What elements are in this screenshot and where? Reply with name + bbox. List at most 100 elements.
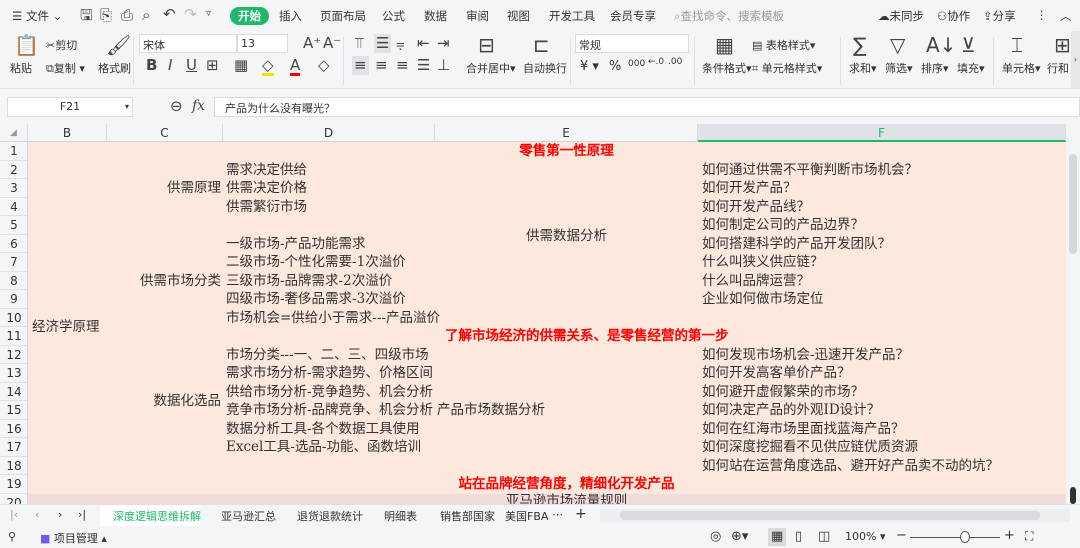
first-sheet-icon[interactable]: |‹ xyxy=(10,508,18,521)
column-header-d[interactable]: D xyxy=(223,124,435,142)
save-icon[interactable]: 🖫 xyxy=(80,8,93,23)
cell-f[interactable]: 如何制定公司的产品边界？ xyxy=(702,216,864,235)
sheet-tab[interactable]: 亚马逊汇总 xyxy=(221,508,276,524)
zoom-out-icon[interactable]: − xyxy=(896,528,907,543)
cell-row11-note[interactable]: 了解市场经济的供需关系、是零售经营的第一步 xyxy=(435,327,835,346)
table-style-button[interactable]: ▤ 表格样式▾ xyxy=(752,37,815,53)
column-header-f[interactable]: F xyxy=(698,124,1066,142)
zoom-in-icon[interactable]: + xyxy=(1004,528,1015,543)
export-icon[interactable]: ⎘ xyxy=(100,8,112,23)
sum-icon[interactable]: ∑ xyxy=(853,35,866,55)
number-format-select[interactable]: 常规 xyxy=(575,34,689,53)
undo-icon[interactable]: ↶ xyxy=(163,7,176,22)
name-box[interactable]: F21 ▾ xyxy=(7,97,133,117)
cell-button[interactable]: 单元格▾ xyxy=(1002,60,1041,76)
row-header[interactable]: 19 xyxy=(0,475,27,494)
redo-icon[interactable]: ↷ xyxy=(184,7,197,22)
row-header[interactable]: 12 xyxy=(0,346,27,364)
cell-f[interactable]: 如何搭建科学的产品开发团队？ xyxy=(702,235,891,254)
crosshair-icon[interactable]: ⊕▾ xyxy=(731,529,748,544)
row-header[interactable]: 3 xyxy=(0,179,27,198)
tab-member[interactable]: 会员专享 xyxy=(610,8,656,24)
font-size-select[interactable]: 13 xyxy=(237,34,288,53)
paste-icon[interactable]: 📋 xyxy=(14,35,39,55)
column-header-e[interactable]: E xyxy=(435,124,698,142)
format-painter-button[interactable]: 格式刷 xyxy=(98,60,131,76)
cell-title[interactable]: 零售第一性原理 xyxy=(435,142,698,161)
fill-button[interactable]: 填充▾ xyxy=(957,60,985,76)
zoom-slider-handle[interactable] xyxy=(960,531,970,543)
decrease-font-icon[interactable]: A⁻ xyxy=(323,36,341,51)
indent-decrease-icon[interactable]: ⇤ xyxy=(417,36,430,51)
cell-f[interactable]: 如何深度挖掘看不见供应链优质资源 xyxy=(702,438,918,457)
row-header[interactable]: 2 xyxy=(0,161,27,179)
cell-fill-style-icon[interactable]: ▦ xyxy=(234,58,248,73)
eye-protection-icon[interactable]: ◎ xyxy=(710,529,721,544)
cell-f[interactable]: 如何开发产品？ xyxy=(702,179,797,198)
cell-f[interactable]: 如何发现市场机会-迅速开发产品？ xyxy=(702,346,909,365)
cell-d[interactable]: 市场分类---一、二、三、四级市场 xyxy=(226,346,435,365)
cell-d[interactable]: 需求决定供给 xyxy=(226,161,307,180)
row-col-icon[interactable]: ⊞ xyxy=(1054,35,1071,55)
cell-d[interactable]: 数据分析工具-各个数据工具使用 xyxy=(226,420,435,439)
cell-d[interactable]: 竞争市场分析-品牌竞争、机会分析 xyxy=(226,401,435,420)
row-header[interactable]: 9 xyxy=(0,290,27,309)
cell-f[interactable]: 如何避开虚假繁荣的市场？ xyxy=(702,383,864,402)
sheet-tab[interactable]: 明细表 xyxy=(384,508,417,524)
row-header[interactable]: 16 xyxy=(0,420,27,438)
clear-icon[interactable]: ◇ xyxy=(318,58,330,73)
font-color-icon[interactable]: A xyxy=(290,58,301,76)
fill-down-icon[interactable]: ⊻ xyxy=(961,35,976,55)
cell-f[interactable]: 如何开发高客单价产品？ xyxy=(702,364,851,383)
more-icon[interactable]: ⋮ xyxy=(1036,8,1048,22)
align-center-icon[interactable]: ≡ xyxy=(375,58,388,73)
merge-icon[interactable]: ⊟ xyxy=(478,35,495,55)
wrap-text-button[interactable]: 自动换行 xyxy=(523,60,567,76)
cell-d[interactable]: 三级市场-品牌需求-2次溢价 xyxy=(226,272,392,291)
copy-button[interactable]: ⧉复制 ▾ xyxy=(46,60,85,76)
scrollbar-thumb[interactable] xyxy=(1069,154,1077,254)
tab-developer[interactable]: 开发工具 xyxy=(549,8,595,24)
row-col-button[interactable]: 行和 xyxy=(1047,60,1069,76)
cell-row19-note[interactable]: 站在品牌经营角度，精细化开发产品 xyxy=(435,475,698,494)
row-header[interactable]: 13 xyxy=(0,364,27,383)
cell-grid[interactable]: 零售第一性原理 经济学原理 供需原理 供需市场分类 数据化选品 需求决定供给 供… xyxy=(28,142,1066,504)
zoom-level-select[interactable]: 100% ▾ xyxy=(845,530,885,543)
row-header[interactable]: 6 xyxy=(0,235,27,253)
cell-d[interactable]: Excel工具-选品-功能、函数培训 xyxy=(226,438,435,457)
tab-page-layout[interactable]: 页面布局 xyxy=(320,8,366,24)
thousands-icon[interactable]: 000 xyxy=(628,59,645,69)
cell-f[interactable]: 如何开发产品线？ xyxy=(702,198,810,217)
tab-insert[interactable]: 插入 xyxy=(279,8,302,24)
cell-c-data[interactable]: 数据化选品 xyxy=(107,392,222,411)
select-all-corner[interactable]: ◢ xyxy=(0,124,28,142)
cell-f[interactable]: 如何通过供需不平衡判断市场机会？ xyxy=(702,161,918,180)
distributed-icon[interactable]: ⊥ xyxy=(437,58,450,73)
cell-c-market[interactable]: 供需市场分类 xyxy=(107,272,221,291)
fill-color-icon[interactable]: ◇ xyxy=(262,58,274,76)
cell-f[interactable]: 如何站在运营角度选品、避开好产品卖不动的坑？ xyxy=(702,457,999,476)
row-header[interactable]: 10 xyxy=(0,309,27,327)
align-left-icon[interactable]: ≡ xyxy=(352,56,369,75)
align-bottom-icon[interactable]: ⩦ xyxy=(396,36,405,51)
underline-icon[interactable]: U xyxy=(186,58,197,73)
cell-style-button[interactable]: ⌗ 单元格样式▾ xyxy=(752,60,822,76)
row-header[interactable]: 8 xyxy=(0,272,27,290)
print-icon[interactable]: ⎙ xyxy=(121,8,133,23)
cell-e-supply-analysis[interactable]: 供需数据分析 xyxy=(435,227,698,246)
cell-d[interactable]: 供给市场分析-竞争趋势、机会分析 xyxy=(226,383,435,402)
cell-f[interactable]: 如何在红海市场里面找蓝海产品？ xyxy=(702,420,905,439)
cell-d[interactable]: 供需决定价格 xyxy=(226,179,307,198)
cell-f[interactable]: 如何决定产品的外观ID设计？ xyxy=(702,401,880,420)
row-header[interactable]: 1 xyxy=(0,142,27,161)
print-preview-icon[interactable]: ⌕ xyxy=(142,8,150,23)
sort-icon[interactable]: A↓ xyxy=(926,35,956,55)
increase-font-icon[interactable]: A⁺ xyxy=(303,36,321,51)
column-header-c[interactable]: C xyxy=(107,124,223,142)
add-sheet-icon[interactable]: + xyxy=(575,506,587,522)
function-icon[interactable]: fx xyxy=(192,99,205,113)
conditional-format-button[interactable]: 条件格式▾ xyxy=(702,60,752,76)
cell-icon[interactable]: ⌶ xyxy=(1011,35,1023,55)
filter-icon[interactable]: ▽ xyxy=(890,35,905,55)
collapse-ribbon-icon[interactable]: ︿ xyxy=(1060,8,1072,24)
